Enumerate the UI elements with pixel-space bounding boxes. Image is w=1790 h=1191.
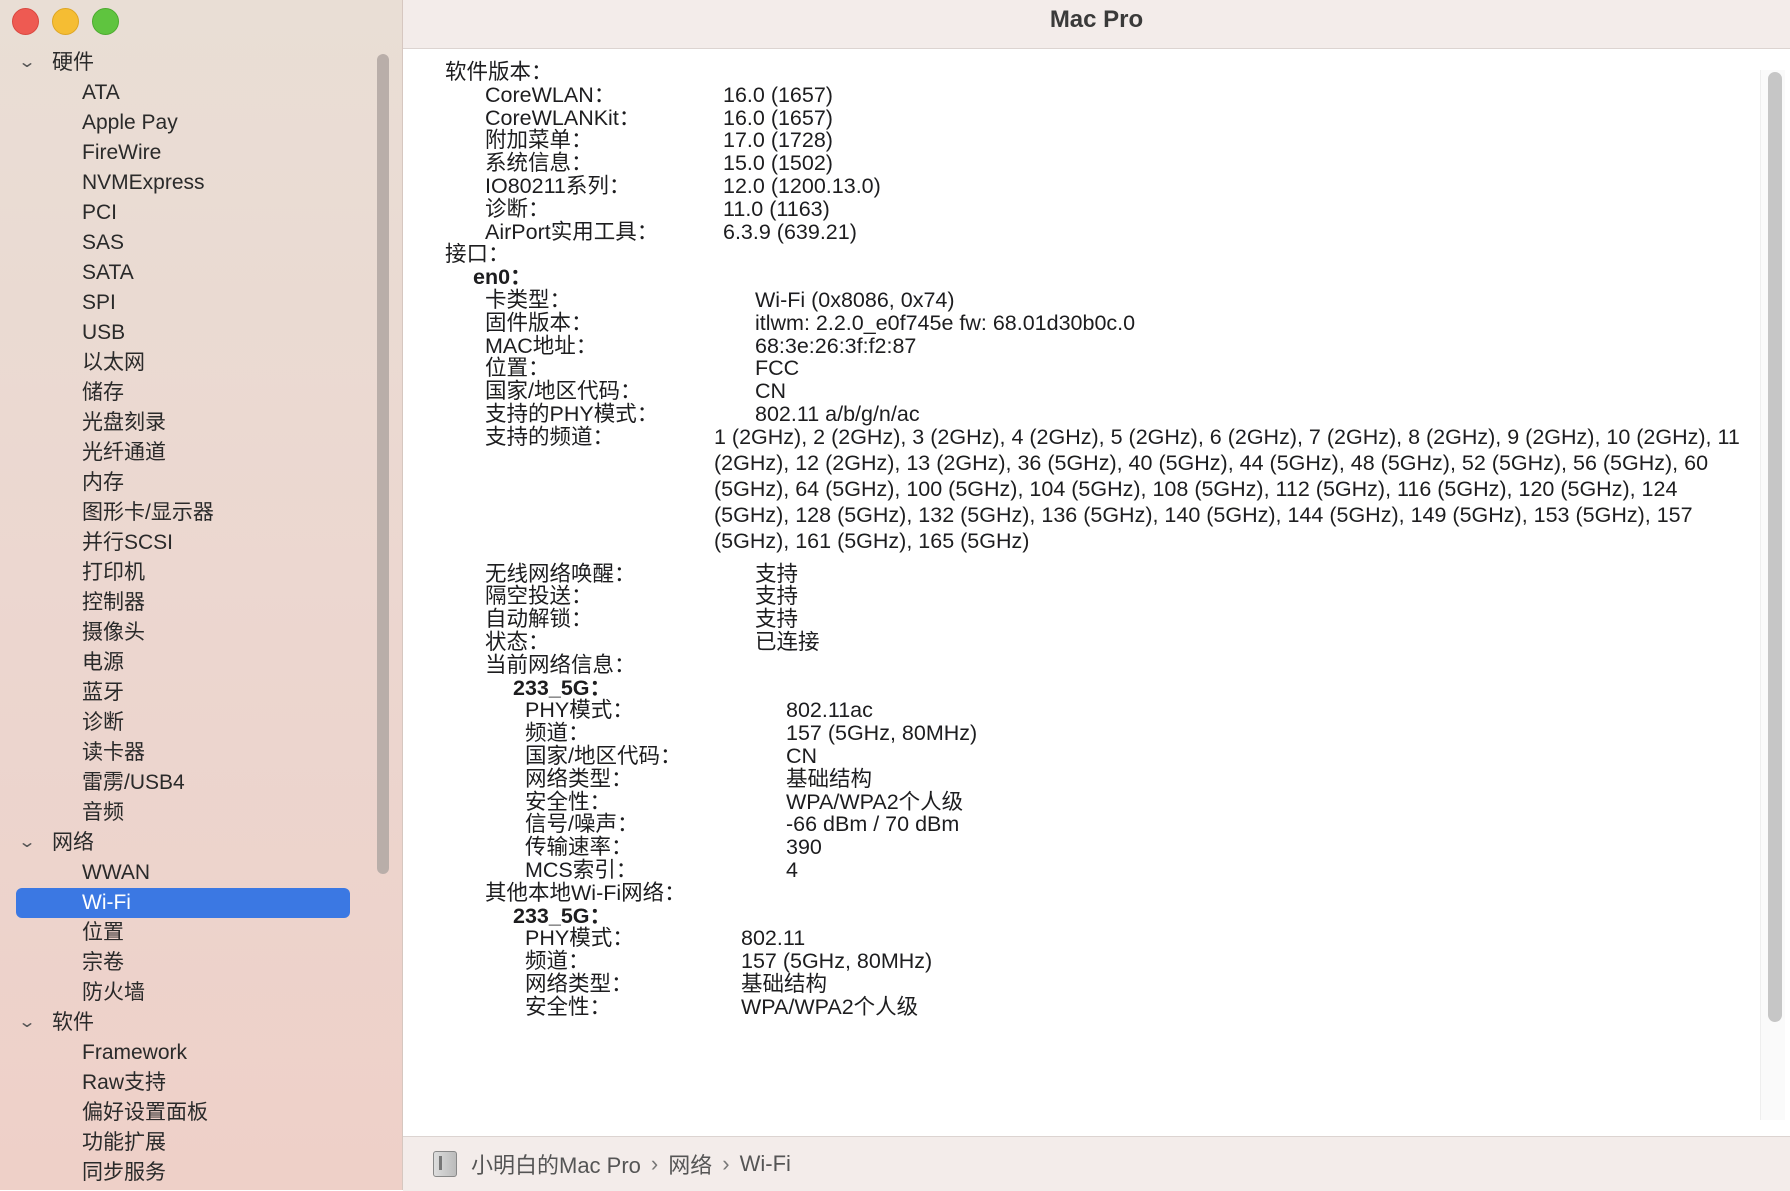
sidebar-item[interactable]: SAS [0,228,372,258]
sidebar-item[interactable]: FireWire [0,138,372,168]
chevron-right-icon: › [650,1151,659,1176]
sidebar-item[interactable]: 防火墙 [0,978,372,1008]
sidebar-item[interactable]: Framework [0,1038,372,1068]
sidebar-item[interactable]: 偏好设置面板 [0,1098,372,1128]
sidebar-item[interactable]: 同步服务 [0,1158,372,1188]
info-value: WPA/WPA2个人级 [741,994,919,1019]
chevron-down-icon[interactable]: ⌄ [18,1008,49,1038]
zoom-button[interactable] [92,8,119,35]
sidebar-item[interactable]: 光盘刻录 [0,408,372,438]
sidebar-item[interactable]: 储存 [0,378,372,408]
main-pane: Mac Pro 1 (2GHz), 2 (2GHz), 3 (2GHz), 4 … [403,0,1790,1191]
window-title: Mac Pro [403,0,1790,49]
chevron-down-icon[interactable]: ⌄ [18,48,49,78]
detail-content: 1 (2GHz), 2 (2GHz), 3 (2GHz), 4 (2GHz), … [403,49,1763,1134]
info-value: 6.3.9 (639.21) [723,219,857,244]
info-key: 安全性： [525,994,612,1019]
sidebar-item[interactable]: ATA [0,78,372,108]
sidebar-group-label: 网络 [52,831,94,854]
sidebar-item[interactable]: Raw支持 [0,1068,372,1098]
info-value: 4 [786,858,798,882]
minimize-button[interactable] [52,8,79,35]
info-key: 支持的频道： [485,424,615,449]
close-button[interactable] [12,8,39,35]
sidebar-item[interactable]: USB [0,318,372,348]
sidebar-item[interactable]: 打印机 [0,558,372,588]
sidebar-item[interactable]: SPI [0,288,372,318]
path-item-computer[interactable]: 小明白的Mac Pro [471,1148,641,1180]
window-controls [12,8,119,35]
sidebar-scrollbar[interactable] [377,54,389,874]
sidebar-item[interactable]: 图形卡/显示器 [0,498,372,528]
sidebar-item[interactable]: 内存 [0,468,372,498]
info-key: AirPort实用工具： [485,219,659,244]
sidebar-item[interactable]: 以太网 [0,348,372,378]
path-item-network[interactable]: 网络 [668,1148,712,1180]
sidebar-group-label: 硬件 [52,51,94,74]
sidebar-group-label: 软件 [52,1011,94,1034]
sidebar-item[interactable]: 雷雳/USB4 [0,768,372,798]
supported-channels-value: 1 (2GHz), 2 (2GHz), 3 (2GHz), 4 (2GHz), … [714,424,1740,553]
content-scroll-thumb[interactable] [1768,72,1782,1022]
sidebar-item[interactable]: Apple Pay [0,108,372,138]
sidebar-item[interactable]: PCI [0,198,372,228]
sidebar: ⌄ 硬件 ATA Apple Pay FireWire NVMExpress PCI SAS S… [0,0,403,1190]
chevron-down-icon[interactable]: ⌄ [18,828,49,858]
chevron-right-icon: › [722,1151,730,1176]
sidebar-item[interactable]: 光纤通道 [0,438,372,468]
computer-icon [433,1151,457,1177]
path-bar: 小明白的Mac Pro › 网络 › Wi-Fi [403,1136,1790,1191]
sidebar-item[interactable]: 并行SCSI [0,528,372,558]
info-value: 已连接 [755,630,820,654]
sidebar-item[interactable]: 宗卷 [0,948,372,978]
sidebar-group[interactable]: ⌄ 网络 [0,828,372,858]
sidebar-item[interactable]: Wi-Fi [16,888,350,918]
sidebar-item[interactable]: 电源 [0,648,372,678]
sidebar-item[interactable]: 读卡器 [0,738,372,768]
sidebar-group[interactable]: ⌄ 硬件 [0,48,372,78]
sidebar-tree: ⌄ 硬件 ATA Apple Pay FireWire NVMExpress PCI SAS S… [0,48,372,1188]
sidebar-item[interactable]: 诊断 [0,708,372,738]
sidebar-group[interactable]: ⌄ 软件 [0,1008,372,1038]
sidebar-item[interactable]: 摄像头 [0,618,372,648]
sidebar-item[interactable]: NVMExpress [0,168,372,198]
sidebar-item[interactable]: 控制器 [0,588,372,618]
info-value: 802.11 a/b/g/n/ac [755,402,920,426]
sidebar-item[interactable]: SATA [0,258,372,288]
sidebar-item[interactable]: 功能扩展 [0,1128,372,1158]
sidebar-item[interactable]: 蓝牙 [0,678,372,708]
path-item-wifi[interactable]: Wi-Fi [740,1151,791,1177]
sidebar-item[interactable]: 音频 [0,798,372,828]
sidebar-item[interactable]: WWAN [0,858,372,888]
sidebar-item[interactable]: 位置 [0,918,372,948]
